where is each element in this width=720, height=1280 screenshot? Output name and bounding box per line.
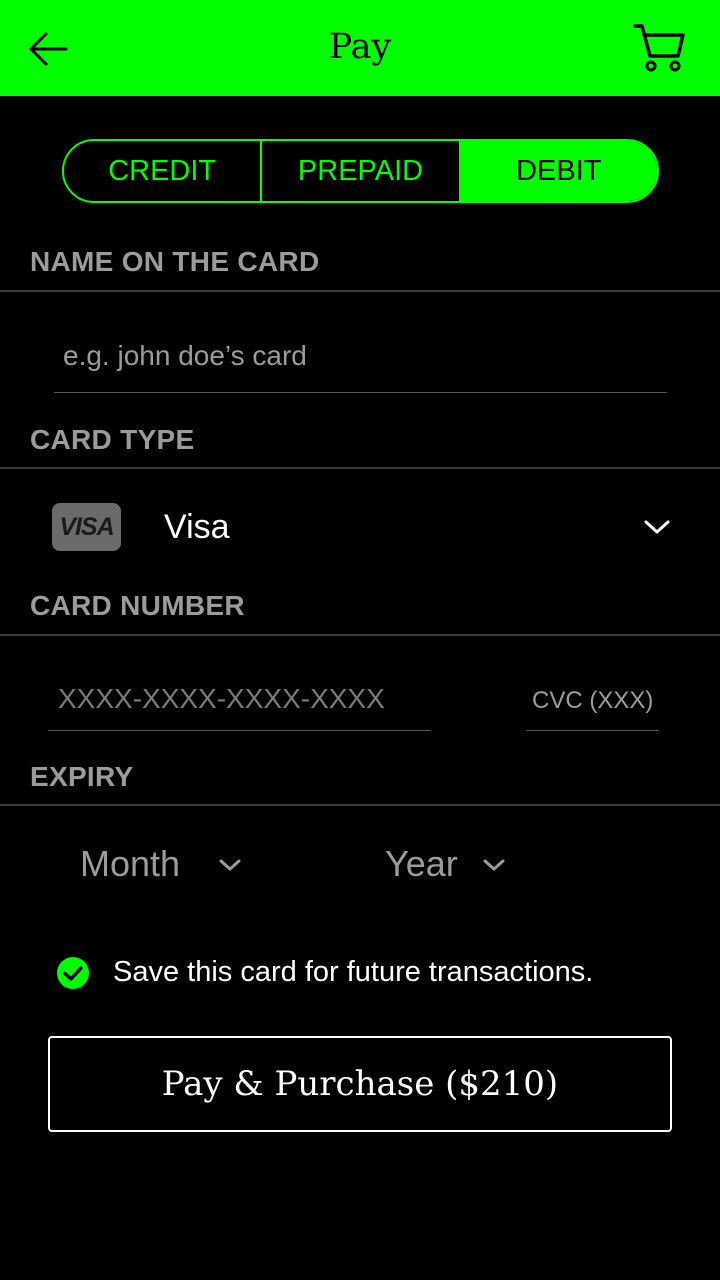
card-number-underline [48,730,431,731]
name-on-card-input[interactable]: e.g. john doe’s card [63,340,307,372]
chevron-down-icon[interactable] [482,857,506,873]
card-number-input[interactable]: XXXX-XXXX-XXXX-XXXX [58,683,385,715]
card-type-section-label: CARD TYPE [30,424,195,455]
cvc-underline [526,730,659,731]
tab-prepaid[interactable]: PREPAID [260,141,458,201]
shopping-cart-icon[interactable] [632,22,686,74]
card-number-section-label: CARD NUMBER [30,590,245,621]
section-divider [0,804,720,806]
checkbox-checked-icon[interactable] [56,956,90,990]
card-type-select[interactable]: Visa [164,508,230,547]
name-section-label: NAME ON THE CARD [30,246,320,277]
visa-logo-icon: VISA [52,503,121,551]
expiry-year-select[interactable]: Year [385,843,458,885]
pay-purchase-button[interactable]: Pay & Purchase ($210) [48,1036,672,1132]
page-title: Pay [328,27,392,67]
save-card-label[interactable]: Save this card for future transactions. [113,956,593,989]
expiry-month-select[interactable]: Month [80,843,180,885]
section-divider [0,290,720,292]
tab-debit[interactable]: DEBIT [458,141,657,201]
app-bar: Pay [0,0,720,96]
chevron-down-icon[interactable] [643,518,671,536]
section-divider [0,634,720,636]
tab-credit[interactable]: CREDIT [64,141,260,201]
card-kind-selector: CREDIT PREPAID DEBIT [62,139,659,203]
chevron-down-icon[interactable] [218,857,242,873]
cvc-input[interactable]: CVC (XXX) [532,687,653,715]
expiry-section-label: EXPIRY [30,761,134,792]
section-divider [0,467,720,469]
name-input-underline [54,392,667,393]
